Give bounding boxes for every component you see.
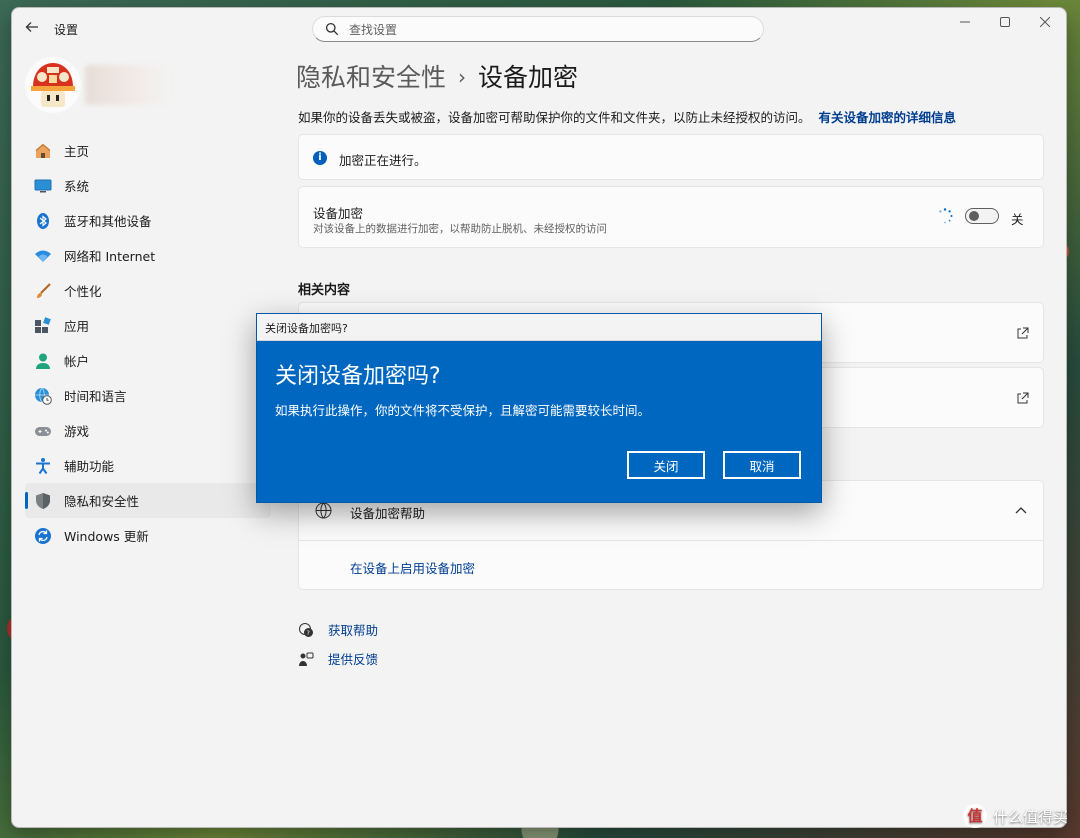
search-icon [325, 22, 339, 36]
external-link-icon [1017, 392, 1029, 404]
dialog-heading: 关闭设备加密吗? [275, 364, 441, 389]
watermark: 值 什么值得买 [962, 804, 1068, 828]
page-description: 如果你的设备丢失或被盗，设备加密可帮助保护你的文件和文件夹，以防止未经授权的访问… [298, 107, 956, 126]
cancel-button[interactable]: 取消 [723, 451, 801, 479]
confirm-turn-off-button[interactable]: 关闭 [627, 451, 705, 479]
status-text: 加密正在进行。 [339, 153, 427, 168]
sidebar-item-label: 系统 [64, 179, 90, 194]
help-chat-icon: ? [299, 622, 313, 637]
account-icon [34, 352, 52, 370]
sidebar-item-system[interactable]: 系统 [25, 168, 271, 203]
turn-off-encryption-dialog: 关闭设备加密吗? 关闭设备加密吗? 如果执行此操作，你的文件将不受保护，且解密可… [256, 313, 822, 503]
give-feedback-link[interactable]: 提供反馈 [298, 649, 378, 668]
sidebar-item-network[interactable]: 网络和 Internet [25, 238, 271, 273]
wifi-icon [34, 247, 52, 265]
sidebar-item-label: 游戏 [64, 424, 90, 439]
shield-icon [34, 492, 52, 510]
watermark-text: 什么值得买 [992, 807, 1068, 826]
globe-clock-icon [34, 387, 52, 405]
dialog-message: 如果执行此操作，你的文件将不受保护，且解密可能需要较长时间。 [275, 403, 651, 418]
sidebar-item-personalization[interactable]: 个性化 [25, 273, 271, 308]
get-help-link[interactable]: ? 获取帮助 [298, 620, 378, 639]
sidebar-item-home[interactable]: 主页 [25, 133, 271, 168]
sidebar-item-label: 个性化 [64, 284, 102, 299]
close-window-button[interactable] [1025, 14, 1065, 34]
accessibility-icon [34, 457, 52, 475]
globe-icon [315, 502, 332, 519]
back-arrow-icon [25, 22, 38, 32]
apps-icon [34, 316, 52, 335]
maximize-icon [1000, 17, 1010, 27]
breadcrumb-separator: › [458, 65, 467, 89]
sidebar-item-label: 网络和 Internet [64, 249, 156, 264]
mushroom-avatar-icon [31, 63, 75, 107]
gamepad-icon [34, 422, 52, 440]
enable-encryption-link[interactable]: 在设备上启用设备加密 [350, 558, 475, 577]
search-box[interactable] [312, 16, 764, 42]
breadcrumb-parent[interactable]: 隐私和安全性 [296, 63, 446, 92]
monitor-icon [34, 177, 52, 195]
sidebar-item-label: 时间和语言 [64, 389, 127, 404]
sidebar-item-label: 应用 [64, 319, 90, 334]
sidebar-nav: 主页 系统 蓝牙和其他设备 网络和 Internet 个性化 应用 帐户 时间和… [25, 133, 271, 553]
sidebar-item-apps[interactable]: 应用 [25, 308, 271, 343]
learn-more-link[interactable]: 有关设备加密的详细信息 [819, 110, 957, 125]
update-icon [34, 527, 52, 545]
avatar[interactable] [25, 57, 81, 113]
related-content-heading: 相关内容 [298, 283, 351, 298]
search-input[interactable] [347, 20, 751, 40]
sidebar-item-label: 蓝牙和其他设备 [64, 214, 152, 229]
minimize-icon [960, 21, 970, 23]
sidebar-item-accounts[interactable]: 帐户 [25, 343, 271, 378]
feedback-icon [299, 652, 314, 666]
description-text: 如果你的设备丢失或被盗，设备加密可帮助保护你的文件和文件夹，以防止未经授权的访问… [298, 110, 811, 125]
sidebar-item-accessibility[interactable]: 辅助功能 [25, 448, 271, 483]
brush-icon [34, 282, 52, 300]
sidebar-item-label: 辅助功能 [64, 459, 115, 474]
sidebar-item-bluetooth[interactable]: 蓝牙和其他设备 [25, 203, 271, 238]
info-icon: i [313, 151, 327, 165]
sidebar-item-label: 隐私和安全性 [64, 494, 140, 509]
page-title: 设备加密 [478, 63, 579, 92]
give-feedback-label: 提供反馈 [328, 652, 379, 667]
chevron-up-icon [1015, 507, 1027, 514]
status-card: i 加密正在进行。 [298, 134, 1044, 180]
dialog-window-title: 关闭设备加密吗? [265, 322, 348, 335]
help-card-title: 设备加密帮助 [350, 506, 426, 521]
close-icon [1039, 16, 1051, 28]
sidebar-item-label: 主页 [64, 144, 90, 159]
external-link-icon [1017, 327, 1029, 339]
sidebar-item-windows-update[interactable]: Windows 更新 [25, 518, 271, 553]
sidebar-item-gaming[interactable]: 游戏 [25, 413, 271, 448]
encryption-title: 设备加密 [313, 206, 364, 221]
sidebar-item-privacy-security[interactable]: 隐私和安全性 [25, 483, 271, 518]
device-encryption-card: 设备加密 对该设备上的数据进行加密，以帮助防止脱机、未经授权的访问 关 [298, 186, 1044, 248]
sidebar-item-label: 帐户 [64, 354, 90, 369]
back-button[interactable] [22, 20, 42, 38]
toggle-knob [969, 211, 979, 221]
encryption-toggle[interactable] [965, 208, 999, 224]
sidebar-item-time-language[interactable]: 时间和语言 [25, 378, 271, 413]
bluetooth-icon [34, 212, 52, 230]
get-help-label: 获取帮助 [328, 623, 379, 638]
username-blurred [85, 65, 169, 105]
sidebar-item-label: Windows 更新 [64, 529, 149, 544]
toggle-state-label: 关 [1011, 212, 1024, 227]
title-bar: 设置 [12, 8, 1066, 50]
home-icon [34, 142, 52, 160]
loading-spinner-icon [939, 208, 953, 224]
svg-text:?: ? [307, 630, 310, 637]
breadcrumb: 隐私和安全性 › 设备加密 [296, 58, 578, 94]
app-title: 设置 [54, 23, 79, 37]
encryption-subtitle: 对该设备上的数据进行加密，以帮助防止脱机、未经授权的访问 [313, 223, 607, 235]
dialog-title-bar[interactable]: 关闭设备加密吗? [257, 314, 821, 341]
maximize-button[interactable] [985, 14, 1025, 34]
minimize-button[interactable] [945, 14, 985, 34]
watermark-logo: 值 [962, 804, 987, 828]
